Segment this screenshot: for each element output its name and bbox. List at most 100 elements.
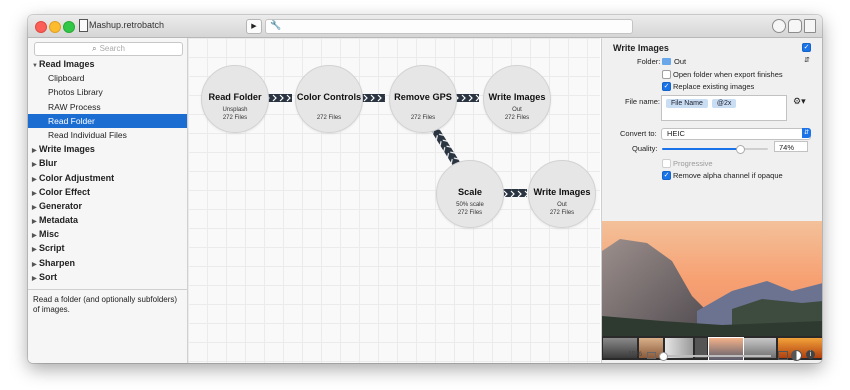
group-script[interactable]: ▶ Script: [28, 241, 187, 255]
node-description: Read a folder (and optionally subfolders…: [33, 295, 178, 314]
node-subtitle: Out: [512, 107, 522, 113]
document-page-icon[interactable]: [804, 19, 816, 33]
node-description-panel: Read a folder (and optionally subfolders…: [28, 289, 187, 363]
group-label: Misc: [39, 229, 60, 240]
large-image-icon[interactable]: [778, 351, 788, 360]
app-window: Mashup.retrobatch ▶ 🔧 ⌕ Search ▼Read Imag…: [28, 15, 822, 363]
node-file-count: 272 Files: [549, 210, 575, 216]
node-file-count: 272 Files: [222, 115, 248, 121]
group-read-images[interactable]: ▼Read Images: [28, 57, 187, 71]
quality-slider-knob[interactable]: [736, 145, 746, 154]
replace-existing-label: Replace existing images: [673, 82, 755, 91]
zoom-slider-knob[interactable]: [659, 352, 668, 361]
group-label: Color Adjustment: [39, 172, 115, 183]
workflow-canvas[interactable]: Read Folder Unsplash 272 Files Color Con…: [188, 38, 600, 363]
group-color-adjustment[interactable]: ▶ Color Adjustment: [28, 171, 187, 185]
gear-icon[interactable]: ⚙▾: [793, 96, 806, 107]
progressive-label: Progressive: [673, 159, 713, 168]
zoom-slider[interactable]: [659, 352, 771, 361]
compare-icon[interactable]: [791, 350, 802, 361]
play-button[interactable]: ▶: [246, 19, 262, 34]
folder-icon: [662, 58, 671, 65]
sidebar-item-raw-process[interactable]: RAW Process: [28, 100, 187, 114]
node-file-count: 272 Files: [457, 210, 483, 216]
wrench-icon: 🔧: [270, 20, 282, 30]
node-write-images[interactable]: Write Images Out 272 Files: [483, 65, 551, 133]
node-read-folder[interactable]: Read Folder Unsplash 272 Files: [201, 65, 269, 133]
format-value: HEIC: [667, 129, 685, 138]
node-subtitle: Out: [557, 202, 567, 208]
group-label: Metadata: [39, 215, 79, 226]
search-placeholder: Search: [99, 44, 125, 53]
node-remove-gps[interactable]: Remove GPS 272 Files: [389, 65, 457, 133]
suffix-token[interactable]: @2x: [711, 99, 737, 108]
node-title: Color Controls: [296, 92, 362, 102]
group-color-effect[interactable]: ▶ Color Effect: [28, 185, 187, 199]
zoom-window-button[interactable]: [63, 21, 75, 33]
node-scale[interactable]: Scale 50% scale 272 Files: [436, 160, 504, 228]
sidebar-item-read-folder[interactable]: Read Folder: [28, 113, 187, 128]
node-title: Write Images: [533, 187, 591, 197]
minimize-window-button[interactable]: [49, 21, 61, 33]
group-blur[interactable]: ▶ Blur: [28, 156, 187, 170]
folder-popup[interactable]: Out ⇵: [662, 57, 812, 67]
node-library-sidebar: ⌕ Search ▼Read Images Clipboard Photos Li…: [28, 38, 188, 363]
popup-chevrons-icon: ⇵: [804, 57, 810, 64]
group-label: Generator: [39, 200, 83, 211]
connection-color-to-gps: [361, 94, 385, 102]
group-sort[interactable]: ▶ Sort: [28, 270, 187, 284]
folder-value: Out: [674, 57, 687, 66]
group-sharpen[interactable]: ▶ Sharpen: [28, 256, 187, 270]
group-label: Write Images: [39, 144, 95, 155]
open-folder-checkbox[interactable]: [662, 70, 671, 79]
disclosure-right-icon[interactable]: ▶: [32, 272, 39, 286]
sidebar-item-photos-library[interactable]: Photos Library: [28, 85, 187, 99]
remove-alpha-label: Remove alpha channel if opaque: [673, 171, 783, 180]
node-write-images-2[interactable]: Write Images Out 272 Files: [528, 160, 596, 228]
group-metadata[interactable]: ▶ Metadata: [28, 213, 187, 227]
help-icon[interactable]: [772, 19, 786, 33]
open-folder-label: Open folder when export finishes: [673, 70, 783, 79]
sidebar-item-read-individual-files[interactable]: Read Individual Files: [28, 128, 187, 142]
group-write-images[interactable]: ▶ Write Images: [28, 142, 187, 156]
sidebar-item-clipboard[interactable]: Clipboard: [28, 71, 187, 85]
group-misc[interactable]: ▶ Misc: [28, 227, 187, 241]
chevron-down-icon: ⇵: [802, 128, 811, 138]
search-icon: ⌕: [92, 44, 97, 53]
node-color-controls[interactable]: Color Controls 272 Files: [295, 65, 363, 133]
connection-scale-to-write: [503, 189, 527, 197]
document-icon: [79, 19, 88, 32]
small-image-icon[interactable]: [647, 352, 656, 359]
file-name-label: File name:: [625, 97, 661, 106]
node-subtitle: 50% scale: [456, 202, 484, 208]
close-window-button[interactable]: [35, 21, 47, 33]
title-bar: Mashup.retrobatch ▶ 🔧: [28, 15, 822, 38]
progressive-checkbox[interactable]: [662, 159, 671, 168]
file-name-field[interactable]: File Name @2x: [661, 95, 787, 121]
format-popup[interactable]: HEIC ⇵: [661, 128, 811, 140]
node-tree: ▼Read Images Clipboard Photos Library RA…: [28, 57, 187, 284]
group-label: Script: [39, 243, 65, 254]
inspector-panel: Write Images ✓ Folder: Out ⇵ Open folder…: [601, 38, 822, 363]
disclosure-down-icon[interactable]: ▼: [32, 59, 39, 73]
node-file-count: 272 Files: [410, 115, 436, 121]
zoom-level: 15%: [628, 351, 643, 358]
info-icon[interactable]: i: [806, 350, 815, 359]
quality-slider[interactable]: [662, 145, 768, 154]
quality-label: Quality:: [632, 144, 658, 153]
node-title: Write Images: [488, 92, 546, 102]
chat-bubble-icon[interactable]: [788, 19, 802, 33]
group-generator[interactable]: ▶ Generator: [28, 199, 187, 213]
group-label: Blur: [39, 158, 57, 169]
file-name-token[interactable]: File Name: [666, 99, 708, 108]
preview-zoom-bar: 15% i: [601, 349, 822, 362]
replace-existing-checkbox[interactable]: ✓: [662, 82, 671, 91]
remove-alpha-checkbox[interactable]: ✓: [662, 171, 671, 180]
quality-field[interactable]: 74%: [774, 141, 808, 152]
search-field[interactable]: ⌕ Search: [34, 42, 183, 56]
node-enabled-checkbox[interactable]: ✓: [802, 43, 811, 52]
connection-read-to-color: [268, 94, 292, 102]
preview-image: [602, 221, 822, 336]
node-title: Read Folder: [208, 92, 262, 102]
inspector-title: Write Images: [613, 43, 669, 53]
